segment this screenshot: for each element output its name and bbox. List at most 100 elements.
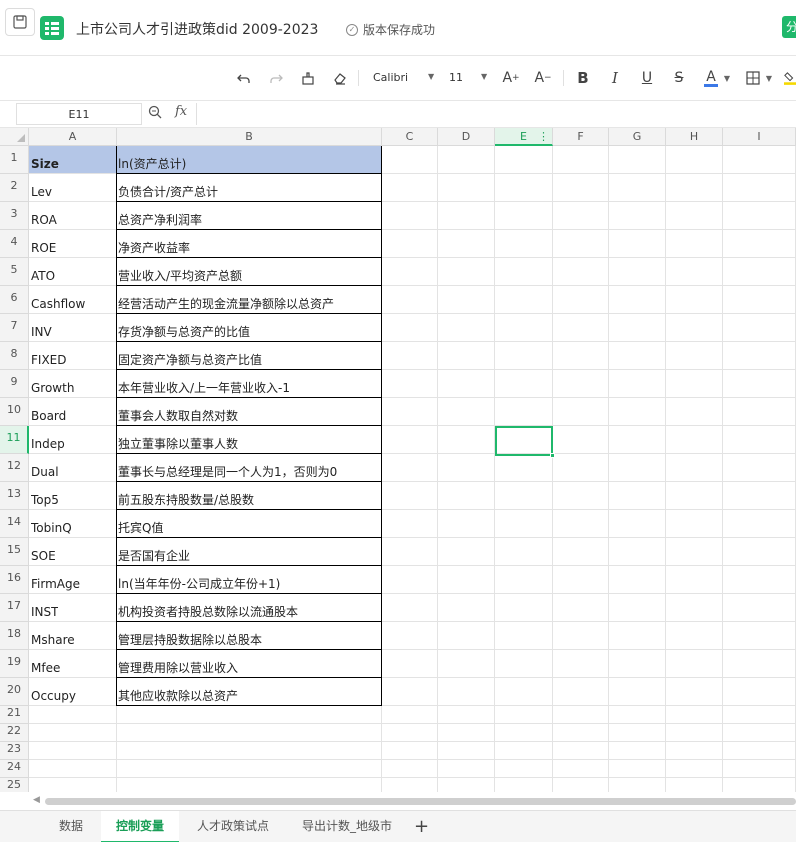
highlight-icon[interactable] [784,68,796,88]
undo-icon[interactable] [235,68,253,88]
cell-a11[interactable]: Indep [31,437,65,451]
redo-icon[interactable] [267,68,285,88]
row-header-23[interactable]: 23 [0,742,29,760]
chevron-down-icon[interactable]: ▼ [764,68,774,88]
column-header-b[interactable]: B [117,128,382,146]
cell-b8[interactable]: 固定资产净额与总资产比值 [118,353,379,367]
row-header-16[interactable]: 16 [0,566,29,594]
row-header-19[interactable]: 19 [0,650,29,678]
cell-b13[interactable]: 前五股东持股数量/总股数 [118,493,379,507]
select-all-corner[interactable] [0,128,29,146]
font-size-select[interactable]: 11 [449,71,463,84]
row-header-4[interactable]: 4 [0,230,29,258]
cell-a14[interactable]: TobinQ [31,521,72,535]
column-header-i[interactable]: I [723,128,796,146]
column-header-d[interactable]: D [438,128,495,146]
increase-font-icon[interactable]: A + [501,68,521,88]
row-header-24[interactable]: 24 [0,760,29,778]
row-header-18[interactable]: 18 [0,622,29,650]
row-header-14[interactable]: 14 [0,510,29,538]
cell-b2[interactable]: 负债合计/资产总计 [118,185,379,199]
selected-cell[interactable] [495,426,555,458]
row-header-7[interactable]: 7 [0,314,29,342]
zoom-search-icon[interactable] [148,105,162,123]
border-icon[interactable] [744,68,762,88]
cell-b20[interactable]: 其他应收款除以总资产 [118,689,379,703]
cell-b14[interactable]: 托宾Q值 [118,521,379,535]
share-button[interactable]: 分享 [782,16,796,38]
cell-b15[interactable]: 是否国有企业 [118,549,379,563]
cell-a2[interactable]: Lev [31,185,52,199]
cell-b3[interactable]: 总资产净利润率 [118,213,379,227]
document-title[interactable]: 上市公司人才引进政策did 2009-2023 [76,19,318,39]
column-menu-icon[interactable]: ⋮ [538,130,549,143]
row-header-1[interactable]: 1 [0,146,29,174]
cell-a5[interactable]: ATO [31,269,55,283]
row-header-8[interactable]: 8 [0,342,29,370]
row-header-10[interactable]: 10 [0,398,29,426]
row-header-11[interactable]: 11 [0,426,29,454]
cell-a17[interactable]: INST [31,605,58,619]
row-header-17[interactable]: 17 [0,594,29,622]
chevron-down-icon[interactable]: ▼ [481,72,487,81]
row-header-13[interactable]: 13 [0,482,29,510]
sheet-tab-active[interactable]: 控制变量 [101,811,179,842]
cell-a20[interactable]: Occupy [31,689,76,703]
cell-a7[interactable]: INV [31,325,52,339]
italic-icon[interactable]: I [606,68,624,88]
horizontal-scrollbar[interactable]: ◀ [29,792,796,810]
cell-b19[interactable]: 管理费用除以营业收入 [118,661,379,675]
row-header-5[interactable]: 5 [0,258,29,286]
add-sheet-icon[interactable]: + [414,816,429,837]
row-header-3[interactable]: 3 [0,202,29,230]
cell-a19[interactable]: Mfee [31,661,60,675]
cell-b7[interactable]: 存货净额与总资产的比值 [118,325,379,339]
bold-icon[interactable]: B [574,68,592,88]
sheet-tab[interactable]: 导出计数_地级市 [287,811,407,842]
sheet-tab[interactable]: 数据 [44,811,98,842]
column-header-c[interactable]: C [382,128,438,146]
cell-a12[interactable]: Dual [31,465,59,479]
cell-a10[interactable]: Board [31,409,66,423]
font-color-icon[interactable]: A [702,68,720,88]
eraser-icon[interactable] [331,68,349,88]
row-header-20[interactable]: 20 [0,678,29,706]
column-header-a[interactable]: A [29,128,117,146]
row-header-6[interactable]: 6 [0,286,29,314]
cell-b12[interactable]: 董事长与总经理是同一个人为1，否则为0 [118,465,379,479]
name-box[interactable]: E11 [16,103,142,125]
cell-a8[interactable]: FIXED [31,353,66,367]
row-header-9[interactable]: 9 [0,370,29,398]
cell-b5[interactable]: 营业收入/平均资产总额 [118,269,379,283]
save-icon[interactable] [5,8,35,36]
cell-b4[interactable]: 净资产收益率 [118,241,379,255]
cell-a4[interactable]: ROE [31,241,56,255]
cell-b18[interactable]: 管理层持股数据除以总股本 [118,633,379,647]
cell-a18[interactable]: Mshare [31,633,75,647]
cell-a13[interactable]: Top5 [31,493,59,507]
cell-a6[interactable]: Cashflow [31,297,85,311]
cell-b17[interactable]: 机构投资者持股总数除以流通股本 [118,605,379,619]
scrollbar-thumb[interactable] [45,798,796,805]
strikethrough-icon[interactable]: S [670,68,688,88]
row-header-21[interactable]: 21 [0,706,29,724]
formula-input[interactable] [196,103,796,125]
function-icon[interactable]: fx [175,104,187,119]
row-header-2[interactable]: 2 [0,174,29,202]
row-header-15[interactable]: 15 [0,538,29,566]
fill-handle[interactable] [550,453,555,458]
column-header-h[interactable]: H [666,128,723,146]
row-header-22[interactable]: 22 [0,724,29,742]
cell-a3[interactable]: ROA [31,213,57,227]
chevron-down-icon[interactable]: ▼ [428,72,434,81]
cell-b10[interactable]: 董事会人数取自然对数 [118,409,379,423]
column-header-g[interactable]: G [609,128,666,146]
cell-b1[interactable]: ln(资产总计) [118,157,379,171]
cell-b16[interactable]: ln(当年年份-公司成立年份+1) [118,577,379,591]
underline-icon[interactable]: U [638,68,656,88]
font-name-select[interactable]: Calibri [373,71,408,84]
row-header-25[interactable]: 25 [0,778,29,792]
cell-a15[interactable]: SOE [31,549,56,563]
chevron-down-icon[interactable]: ▼ [722,68,732,88]
spreadsheet-grid[interactable]: A B C D E F G H I ⋮ 1 2 3 4 5 6 7 8 9 10 11 12 13 14 15 16 17 18 19 2… [0,128,796,792]
